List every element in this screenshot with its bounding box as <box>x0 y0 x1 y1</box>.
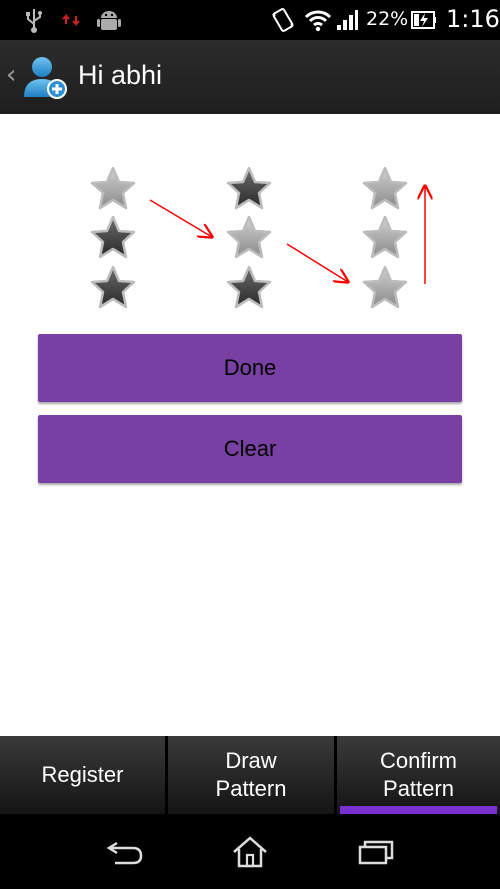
pattern-star-icon[interactable] <box>362 265 408 309</box>
tab-confirm-pattern[interactable]: Confirm Pattern <box>337 736 500 814</box>
tab-label: Draw Pattern <box>215 748 287 801</box>
system-nav-bar <box>0 814 500 889</box>
pattern-star-icon[interactable] <box>90 166 136 210</box>
usb-icon <box>22 6 46 34</box>
vibrate-icon <box>268 6 298 34</box>
pattern-star-icon[interactable] <box>90 265 136 309</box>
tab-label: Register <box>41 762 124 787</box>
chevron-left-icon[interactable]: ‹ <box>6 60 16 90</box>
battery-percent: 22% <box>366 8 409 30</box>
tab-label: Confirm Pattern <box>379 748 457 801</box>
done-button[interactable]: Done <box>38 334 462 402</box>
pattern-star-icon[interactable] <box>226 166 272 210</box>
status-bar: 22% 1:16 <box>0 0 500 40</box>
signal-icon <box>334 6 360 34</box>
clock: 1:16 <box>446 5 500 33</box>
recent-apps-icon[interactable] <box>350 832 402 872</box>
sync-arrows-icon <box>58 6 86 34</box>
pattern-star-icon[interactable] <box>362 166 408 210</box>
tab-selected-indicator <box>340 806 497 814</box>
pattern-star-icon[interactable] <box>362 215 408 259</box>
arrow-2 <box>286 243 348 282</box>
android-debug-icon <box>94 6 124 34</box>
arrow-1 <box>149 199 212 237</box>
action-bar: ‹ Hi abhi <box>0 40 500 114</box>
user-add-icon[interactable] <box>20 53 68 101</box>
back-icon[interactable] <box>99 832 151 872</box>
page-title: Hi abhi <box>78 60 163 90</box>
tab-bar: Register Draw Pattern Confirm Pattern <box>0 736 500 814</box>
clear-button[interactable]: Clear <box>38 415 462 483</box>
pattern-star-icon[interactable] <box>226 265 272 309</box>
tab-draw-pattern[interactable]: Draw Pattern <box>168 736 334 814</box>
pattern-screen: Done Clear <box>0 114 500 736</box>
tab-register[interactable]: Register <box>0 736 165 814</box>
pattern-star-icon[interactable] <box>226 215 272 259</box>
wifi-icon <box>304 6 332 34</box>
pattern-star-icon[interactable] <box>90 215 136 259</box>
home-icon[interactable] <box>224 832 276 872</box>
battery-charging-icon <box>410 6 438 34</box>
